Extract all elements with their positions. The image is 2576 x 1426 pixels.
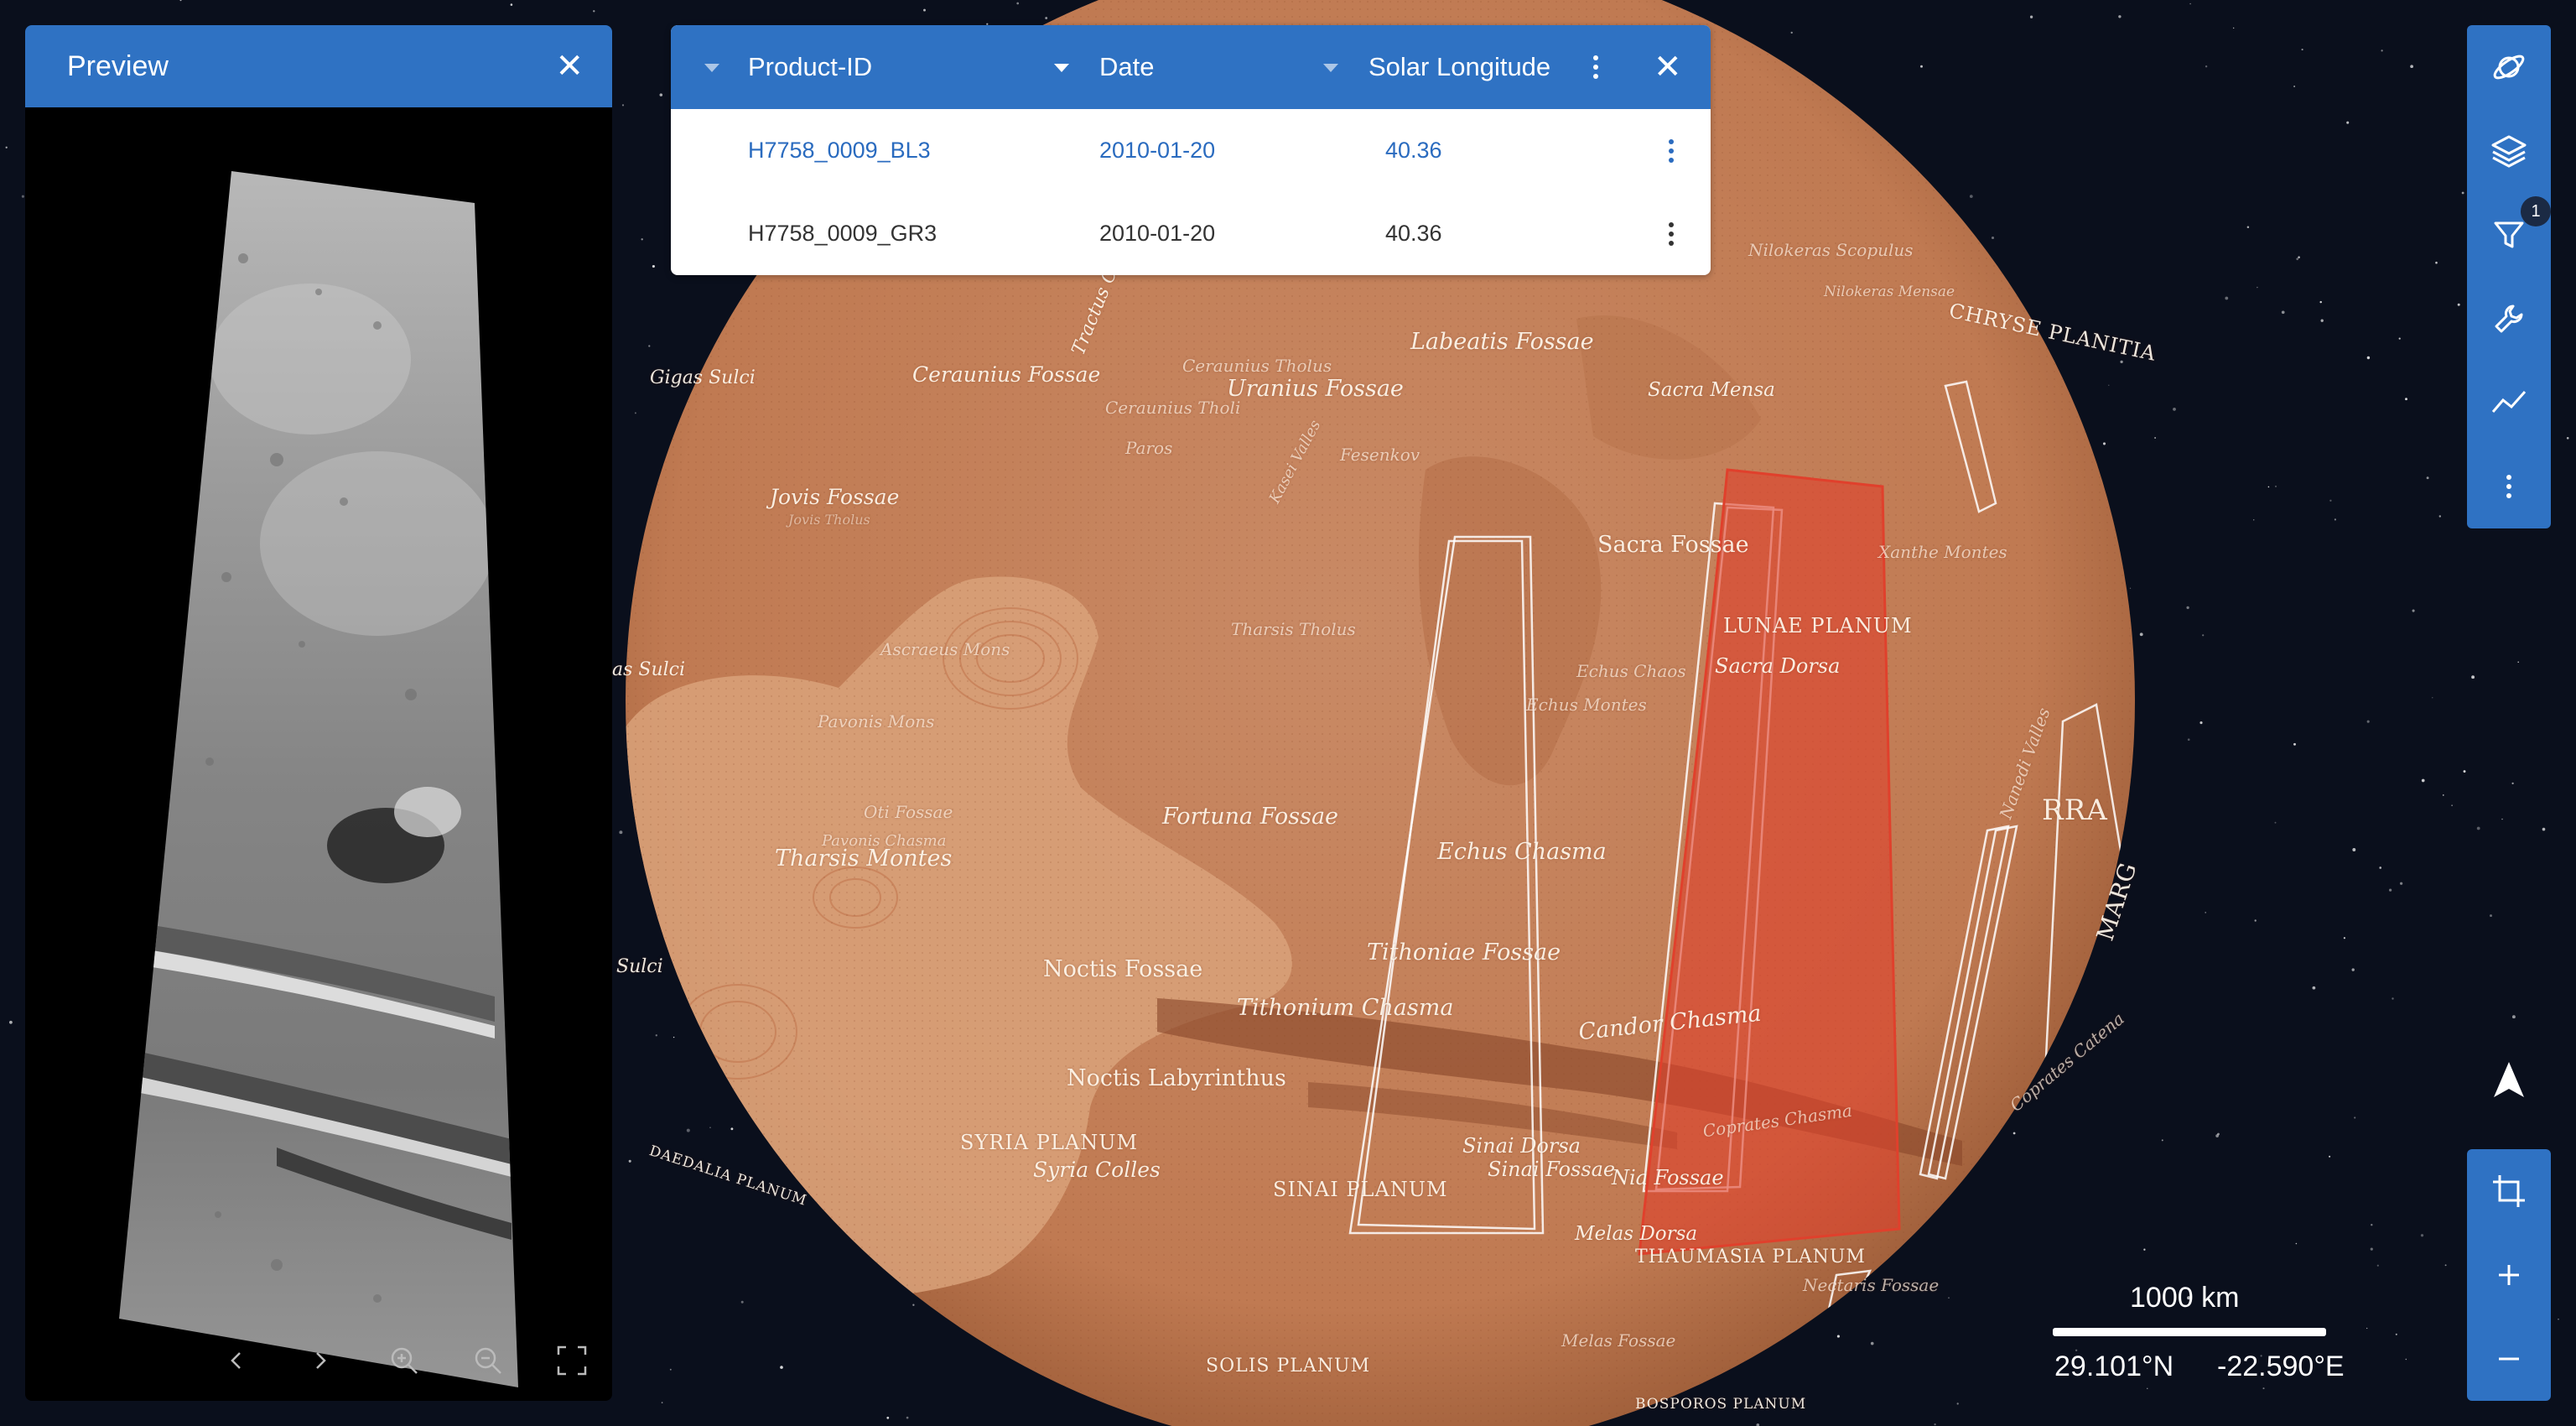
scale-label: 1000 km xyxy=(2130,1282,2240,1314)
product-table: Product-ID Date Solar Longitude ✕ H7758_… xyxy=(671,25,1711,275)
map-label-labeatis-fossae: Labeatis Fossae xyxy=(1410,329,1594,355)
cell-product-id[interactable]: H7758_0009_GR3 xyxy=(748,192,937,275)
map-label-fortuna-fossae: Fortuna Fossae xyxy=(1162,804,1339,830)
map-label-pavonis-mons: Pavonis Mons xyxy=(818,711,935,731)
column-header-date[interactable]: Date xyxy=(1099,25,1154,109)
cell-product-id[interactable]: H7758_0009_BL3 xyxy=(748,109,931,192)
map-label-ceraunius-tholi: Ceraunius Tholi xyxy=(1105,398,1241,418)
map-label-sinai-dorsa: Sinai Dorsa xyxy=(1462,1134,1581,1158)
compass-icon[interactable] xyxy=(2487,1059,2531,1102)
zoom-out-icon[interactable] xyxy=(470,1342,506,1379)
map-label-gigas-sulci: Gigas Sulci xyxy=(650,367,756,388)
map-label-oti-fossae: Oti Fossae xyxy=(864,802,953,822)
zoom-toolbar xyxy=(2467,1149,2551,1401)
map-label-echus-chaos: Echus Chaos xyxy=(1576,661,1686,681)
table-row[interactable]: H7758_0009_GR3 2010-01-20 40.36 xyxy=(671,192,1711,275)
map-label-syria-colles: Syria Colles xyxy=(1033,1158,1161,1182)
map-label-pavonis-chasma: Pavonis Chasma xyxy=(822,832,947,850)
preview-image[interactable] xyxy=(25,107,612,1401)
map-label-solis-planum: SOLIS PLANUM xyxy=(1206,1356,1371,1377)
zoom-out-button[interactable] xyxy=(2467,1317,2551,1401)
longitude-readout: -22.590°E xyxy=(2217,1351,2345,1382)
map-label-sacra-dorsa: Sacra Dorsa xyxy=(1715,654,1841,678)
layers-icon[interactable] xyxy=(2467,109,2551,193)
map-label-tharsis-tholus: Tharsis Tholus xyxy=(1231,619,1356,639)
cell-solar-longitude: 40.36 xyxy=(1385,138,1442,163)
column-header-product-id[interactable]: Product-ID xyxy=(748,25,872,109)
cell-solar-longitude: 40.36 xyxy=(1385,221,1442,246)
crop-icon[interactable] xyxy=(2467,1149,2551,1233)
sort-arrow-icon[interactable] xyxy=(1323,64,1338,72)
map-label-noctis-fossae: Noctis Fossae xyxy=(1043,956,1203,982)
map-label-melas-fossae: Melas Fossae xyxy=(1561,1330,1676,1351)
sort-arrow-icon[interactable] xyxy=(704,64,719,72)
map-label-nilokeras-mensae: Nilokeras Mensae xyxy=(1824,284,1955,300)
map-label-ascraeus-mons: Ascraeus Mons xyxy=(880,639,1010,659)
map-label-tithoniae-fossae: Tithoniae Fossae xyxy=(1367,939,1561,965)
map-label-jovis-tholus: Jovis Tholus xyxy=(788,512,870,528)
column-menu-icon[interactable] xyxy=(1593,25,1598,109)
cell-date: 2010-01-20 xyxy=(1099,138,1216,163)
map-label-sacra-fossae: Sacra Fossae xyxy=(1597,532,1749,558)
latitude-readout: 29.101°N xyxy=(2054,1351,2174,1382)
column-header-solar-longitude[interactable]: Solar Longitude xyxy=(1368,25,1550,109)
preview-close-button[interactable]: ✕ xyxy=(555,49,584,83)
map-label-syria-planum: SYRIA PLANUM xyxy=(960,1131,1139,1154)
map-label-sinai-fossae: Sinai Fossae xyxy=(1488,1158,1616,1181)
map-label-melas-dorsa: Melas Dorsa xyxy=(1575,1223,1698,1245)
preview-panel: Preview ✕ xyxy=(25,25,612,1401)
map-label-ulysses-sulci: Sulci xyxy=(616,956,663,977)
sort-arrow-icon[interactable] xyxy=(1054,64,1069,72)
map-label-uranius-fossae: Uranius Fossae xyxy=(1227,376,1404,402)
cell-date: 2010-01-20 xyxy=(1099,221,1216,246)
chart-icon[interactable] xyxy=(2467,361,2551,445)
table-row[interactable]: H7758_0009_BL3 2010-01-20 40.36 xyxy=(671,109,1711,192)
map-label-tithonium-chasma: Tithonium Chasma xyxy=(1237,995,1454,1021)
map-label-noctis-labyrinthus: Noctis Labyrinthus xyxy=(1067,1065,1286,1091)
map-label-paros: Paros xyxy=(1125,438,1173,458)
next-icon[interactable] xyxy=(302,1342,339,1379)
filter-count-badge: 1 xyxy=(2521,196,2551,226)
table-close-button[interactable]: ✕ xyxy=(1654,25,1682,109)
map-label-necessitas-fossae: Nectaris Fossae xyxy=(1803,1275,1940,1295)
right-toolbar xyxy=(2467,25,2551,528)
map-label-sacra-mensa: Sacra Mensa xyxy=(1648,379,1775,401)
tools-icon[interactable] xyxy=(2467,277,2551,361)
map-label-echus-montes: Echus Montes xyxy=(1526,695,1647,715)
preview-header: Preview ✕ xyxy=(25,25,612,107)
zoom-in-icon[interactable] xyxy=(386,1342,423,1379)
map-label-ceraunius-fossae: Ceraunius Fossae xyxy=(912,362,1101,387)
map-label-arsia-sulci: as Sulci xyxy=(612,659,686,680)
previous-icon[interactable] xyxy=(218,1342,255,1379)
planet-icon[interactable] xyxy=(2467,25,2551,109)
map-label-echus-chasma: Echus Chasma xyxy=(1437,839,1607,865)
scale-bar xyxy=(2053,1328,2326,1336)
map-label-thaumasia-planum: THAUMASIA PLANUM xyxy=(1635,1246,1866,1267)
map-label-ceraunius-tholus: Ceraunius Tholus xyxy=(1182,356,1332,376)
map-label-lunae-planum: LUNAE PLANUM xyxy=(1723,614,1913,638)
preview-controls xyxy=(218,1342,590,1379)
map-label-bosporos-planum: BOSPOROS PLANUM xyxy=(1635,1396,1807,1413)
row-menu-icon[interactable] xyxy=(1669,109,1674,192)
fullscreen-icon[interactable] xyxy=(553,1342,590,1379)
zoom-in-button[interactable] xyxy=(2467,1233,2551,1317)
more-icon[interactable] xyxy=(2467,445,2551,528)
map-label-fesenkov: Fesenkov xyxy=(1340,445,1420,465)
map-label-nilokeras-scopulus: Nilokeras Scopulus xyxy=(1748,240,1914,260)
map-label-nia-fossae: Nia Fossae xyxy=(1612,1166,1724,1189)
map-label-arra: RRA xyxy=(2042,794,2108,827)
table-header: Product-ID Date Solar Longitude ✕ xyxy=(671,25,1711,109)
row-menu-icon[interactable] xyxy=(1669,192,1674,275)
preview-title: Preview xyxy=(67,49,169,82)
map-label-jovis-fossae: Jovis Fossae xyxy=(770,485,900,509)
map-label-xanthe-montes: Xanthe Montes xyxy=(1878,542,2007,562)
map-label-sinai-planum: SINAI PLANUM xyxy=(1273,1178,1448,1201)
